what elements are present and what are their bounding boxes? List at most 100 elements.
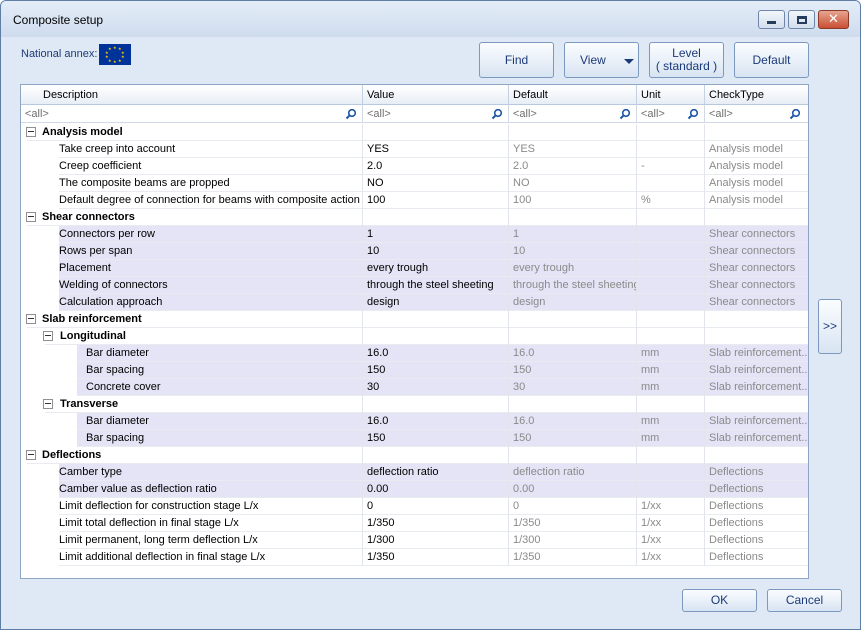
expand-panel-button[interactable]: >>: [818, 299, 842, 354]
table-row[interactable]: The composite beams are propped NO NO Analy…: [21, 175, 808, 192]
filter-unit[interactable]: <all>: [637, 105, 705, 123]
unit-cell: [638, 175, 704, 192]
unit-cell: [638, 481, 704, 498]
description-cell: Take creep into account: [59, 143, 176, 155]
category-row[interactable]: Analysis model: [21, 124, 808, 141]
ok-button[interactable]: OK: [682, 589, 757, 612]
default-cell: NO: [513, 177, 530, 189]
table-row[interactable]: Limit additional deflection in final sta…: [21, 549, 808, 566]
description-cell: Bar spacing: [86, 432, 145, 444]
table-row[interactable]: Concrete cover 30 30 mm Slab reinforcement..…: [21, 379, 808, 396]
collapse-toggle-icon[interactable]: [26, 127, 36, 137]
value-cell[interactable]: 2.0: [364, 158, 508, 175]
category-row[interactable]: Longitudinal: [21, 328, 808, 345]
filter-description[interactable]: <all>: [21, 105, 363, 123]
collapse-toggle-icon[interactable]: [43, 331, 53, 341]
table-row[interactable]: Default degree of connection for beams w…: [21, 192, 808, 209]
cancel-button[interactable]: Cancel: [767, 589, 842, 612]
unit-cell: [638, 243, 704, 260]
column-divider: [508, 481, 509, 498]
description-cell: Welding of connectors: [59, 279, 168, 291]
column-divider: [362, 532, 363, 549]
column-divider: [636, 328, 637, 345]
default-button[interactable]: Default: [734, 42, 809, 78]
collapse-toggle-icon[interactable]: [43, 399, 53, 409]
eu-flag-icon[interactable]: ★ ★ ★ ★ ★ ★ ★ ★ ★ ★: [99, 44, 131, 65]
value-cell[interactable]: NO: [364, 175, 508, 192]
description-cell: Concrete cover: [86, 381, 161, 393]
column-header-checktype[interactable]: CheckType: [705, 85, 808, 105]
checktype-cell: Slab reinforcement...: [709, 347, 807, 359]
table-row[interactable]: Rows per span 10 10 Shear connectors: [21, 243, 808, 260]
default-cell: 100: [513, 194, 532, 206]
value-cell[interactable]: 150: [364, 430, 508, 447]
column-divider: [636, 396, 637, 413]
table-row[interactable]: Limit deflection for construction stage …: [21, 498, 808, 515]
column-divider: [704, 141, 705, 158]
table-row[interactable]: Camber type deflection ratio deflection ra…: [21, 464, 808, 481]
filter-value[interactable]: <all>: [363, 105, 509, 123]
description-cell: Calculation approach: [59, 296, 163, 308]
category-row[interactable]: Shear connectors: [21, 209, 808, 226]
value-cell[interactable]: 0.00: [364, 481, 508, 498]
column-header-description[interactable]: Description: [21, 85, 363, 105]
unit-cell: %: [641, 194, 651, 206]
value-cell[interactable]: 16.0: [364, 345, 508, 362]
value-cell[interactable]: 1: [364, 226, 508, 243]
value-cell[interactable]: 1/300: [364, 532, 508, 549]
value-cell[interactable]: design: [364, 294, 508, 311]
filter-default[interactable]: <all>: [509, 105, 637, 123]
table-row[interactable]: Welding of connectors through the steel s…: [21, 277, 808, 294]
column-divider: [636, 379, 637, 396]
column-divider: [704, 124, 705, 141]
category-row[interactable]: Deflections: [21, 447, 808, 464]
column-divider: [508, 124, 509, 141]
table-row[interactable]: Limit total deflection in final stage L/…: [21, 515, 808, 532]
view-dropdown-button[interactable]: View: [564, 42, 639, 78]
column-divider: [636, 498, 637, 515]
filter-checktype[interactable]: <all>: [705, 105, 808, 123]
close-button[interactable]: ✕: [818, 10, 849, 29]
category-row[interactable]: Slab reinforcement: [21, 311, 808, 328]
find-button[interactable]: Find: [479, 42, 554, 78]
value-cell[interactable]: 100: [364, 192, 508, 209]
table-row[interactable]: Creep coefficient 2.0 2.0 - Analysis model: [21, 158, 808, 175]
value-cell[interactable]: 10: [364, 243, 508, 260]
table-row[interactable]: Bar diameter 16.0 16.0 mm Slab reinforcement…: [21, 345, 808, 362]
value-cell[interactable]: every trough: [364, 260, 508, 277]
value-cell[interactable]: 1/350: [364, 549, 508, 566]
table-row[interactable]: Limit permanent, long term deflection L/…: [21, 532, 808, 549]
column-divider: [704, 532, 705, 549]
column-divider: [636, 532, 637, 549]
level-button[interactable]: Level ( standard ): [649, 42, 724, 78]
minimize-button[interactable]: [758, 10, 785, 29]
collapse-toggle-icon[interactable]: [26, 450, 36, 460]
column-divider: [636, 175, 637, 192]
value-cell[interactable]: 150: [364, 362, 508, 379]
table-row[interactable]: Connectors per row 1 1 Shear connectors: [21, 226, 808, 243]
value-cell[interactable]: 1/350: [364, 515, 508, 532]
value-cell[interactable]: through the steel sheeting: [364, 277, 508, 294]
table-row[interactable]: Take creep into account YES YES Analysis mo…: [21, 141, 808, 158]
column-header-unit[interactable]: Unit: [637, 85, 705, 105]
value-cell[interactable]: 0: [364, 498, 508, 515]
table-row[interactable]: Placement every trough every trough Shear c…: [21, 260, 808, 277]
collapse-toggle-icon[interactable]: [26, 212, 36, 222]
column-divider: [362, 294, 363, 311]
maximize-button[interactable]: [788, 10, 815, 29]
column-divider: [636, 158, 637, 175]
value-cell[interactable]: 16.0: [364, 413, 508, 430]
value-cell[interactable]: 30: [364, 379, 508, 396]
table-row[interactable]: Calculation approach design design Shear co…: [21, 294, 808, 311]
table-row[interactable]: Bar spacing 150 150 mm Slab reinforcement...: [21, 362, 808, 379]
value-cell[interactable]: YES: [364, 141, 508, 158]
column-header-value[interactable]: Value: [363, 85, 509, 105]
column-header-default[interactable]: Default: [509, 85, 637, 105]
unit-cell: [638, 464, 704, 481]
collapse-toggle-icon[interactable]: [26, 314, 36, 324]
table-row[interactable]: Camber value as deflection ratio 0.00 0.00…: [21, 481, 808, 498]
table-row[interactable]: Bar diameter 16.0 16.0 mm Slab reinforcement…: [21, 413, 808, 430]
value-cell[interactable]: deflection ratio: [364, 464, 508, 481]
category-row[interactable]: Transverse: [21, 396, 808, 413]
table-row[interactable]: Bar spacing 150 150 mm Slab reinforcement...: [21, 430, 808, 447]
